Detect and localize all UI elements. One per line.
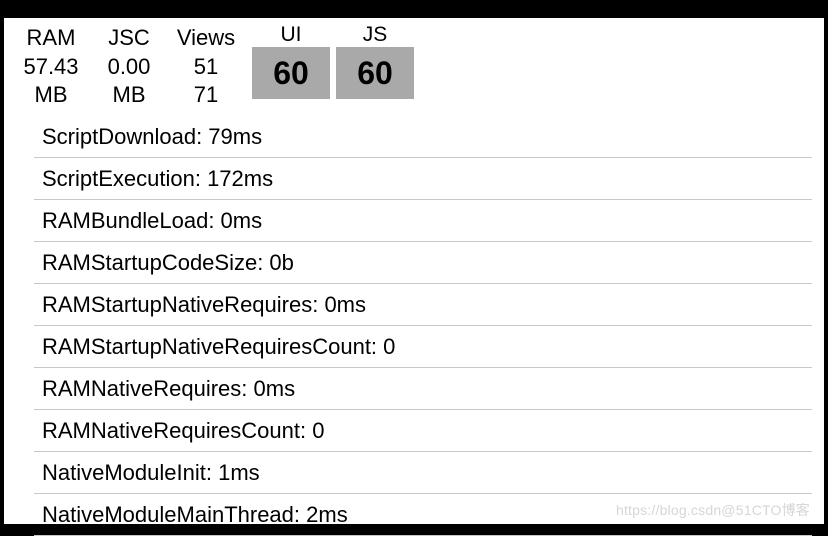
ram-label: RAM	[16, 24, 86, 53]
ui-fps-block: UI 60	[252, 24, 330, 99]
metric-row: RAMBundleLoad: 0ms	[34, 200, 812, 242]
window-title-bar	[0, 0, 828, 18]
metric-row: RAMStartupCodeSize: 0b	[34, 242, 812, 284]
views-value-2: 71	[172, 81, 240, 110]
views-value-1: 51	[172, 53, 240, 82]
metric-row: RAMNativeRequiresCount: 0	[34, 410, 812, 452]
jsc-label: JSC	[98, 24, 160, 53]
metric-row: NativeModuleInit: 1ms	[34, 452, 812, 494]
ram-stat: RAM 57.43 MB	[10, 24, 92, 110]
views-stat: Views 51 71	[166, 24, 246, 110]
ui-fps-label: UI	[252, 24, 330, 45]
ram-value: 57.43	[16, 53, 86, 82]
jsc-unit: MB	[98, 81, 160, 110]
watermark-text: https://blog.csdn@51CTO博客	[616, 500, 810, 520]
jsc-value: 0.00	[98, 53, 160, 82]
jsc-stat: JSC 0.00 MB	[92, 24, 166, 110]
js-fps-value: 60	[336, 47, 414, 99]
views-label: Views	[172, 24, 240, 53]
js-fps-label: JS	[336, 24, 414, 45]
perf-monitor-panel: RAM 57.43 MB JSC 0.00 MB Views 51 71 UI …	[2, 18, 826, 526]
metric-row: RAMNativeRequires: 0ms	[34, 368, 812, 410]
metric-row: ScriptExecution: 172ms	[34, 158, 812, 200]
ui-fps-value: 60	[252, 47, 330, 99]
metric-row: ScriptDownload: 79ms	[34, 116, 812, 158]
stats-header: RAM 57.43 MB JSC 0.00 MB Views 51 71 UI …	[4, 18, 824, 116]
ram-unit: MB	[16, 81, 86, 110]
metric-row: RAMStartupNativeRequiresCount: 0	[34, 326, 812, 368]
metric-row: RAMStartupNativeRequires: 0ms	[34, 284, 812, 326]
js-fps-block: JS 60	[336, 24, 414, 99]
metrics-list: ScriptDownload: 79ms ScriptExecution: 17…	[4, 116, 824, 536]
